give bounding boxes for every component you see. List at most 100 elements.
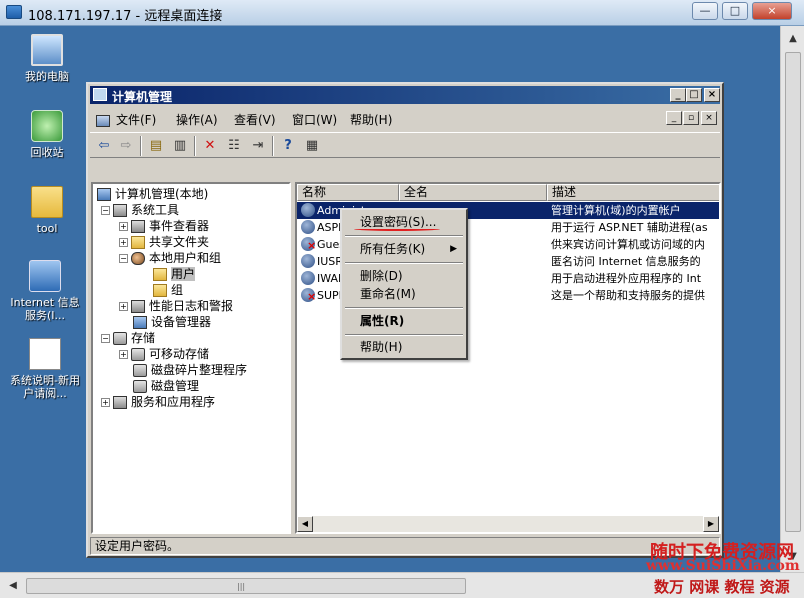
tree-node-performance-logs[interactable]: + 性能日志和警报 [119, 298, 233, 314]
close-button[interactable]: × [704, 88, 720, 102]
window-titlebar[interactable]: 计算机管理 _ □ × [90, 86, 720, 104]
scroll-left-arrow-icon[interactable]: ◀ [4, 577, 22, 595]
tree-node-label: 本地用户和组 [149, 251, 222, 265]
tree-node-device-manager[interactable]: 设备管理器 [133, 314, 211, 330]
delete-icon[interactable]: ✕ [200, 136, 220, 156]
menu-item-help[interactable]: 帮助(H) [345, 337, 463, 357]
tree-node-system-tools[interactable]: − 系统工具 [101, 202, 179, 218]
maximize-button[interactable]: □ [686, 88, 702, 102]
tree-node-shared-folders[interactable]: + 共享文件夹 [119, 234, 209, 250]
rdp-maximize-button[interactable]: □ [722, 2, 748, 20]
column-header-description[interactable]: 描述 [547, 184, 719, 201]
mdi-minimize-button[interactable]: _ [666, 111, 682, 125]
user-icon [301, 271, 315, 285]
menu-item-rename[interactable]: 重命名(M) [345, 284, 463, 304]
rdp-minimize-button[interactable]: — [692, 2, 718, 20]
tree-node-groups[interactable]: 组 [153, 282, 183, 298]
expand-icon[interactable]: + [119, 222, 128, 231]
collapse-icon[interactable]: − [101, 206, 110, 215]
device-manager-icon [133, 316, 147, 329]
tree-node-root[interactable]: 计算机管理(本地) [97, 186, 208, 202]
menu-action[interactable]: 操作(A) [176, 111, 218, 128]
rdp-close-button[interactable]: × [752, 2, 792, 20]
list-horizontal-scrollbar[interactable]: ◀ ▶ [297, 516, 719, 532]
folder-icon [31, 186, 63, 218]
tree-node-disk-management[interactable]: 磁盘管理 [133, 378, 199, 394]
expand-icon[interactable]: + [101, 398, 110, 407]
menu-file[interactable]: 文件(F) [96, 111, 156, 128]
expand-icon[interactable]: + [119, 302, 128, 311]
desktop-icon-recycle-bin[interactable]: 回收站 [12, 110, 82, 159]
window-title: 计算机管理 [112, 90, 173, 104]
expand-icon[interactable]: + [119, 350, 128, 359]
rdp-title: 108.171.197.17 - 远程桌面连接 [28, 9, 223, 24]
expand-icon[interactable]: + [119, 238, 128, 247]
help-icon[interactable]: ? [278, 136, 298, 156]
console-icon[interactable]: ▦ [302, 136, 322, 156]
desktop-icon-readme[interactable]: 系统说明-新用户请阅... [10, 338, 80, 400]
computer-management-icon [93, 88, 107, 101]
tree-node-disk-defrag[interactable]: 磁盘碎片整理程序 [133, 362, 247, 378]
scroll-thumb[interactable]: ||| [26, 578, 466, 594]
desktop-icon-label: 我的电脑 [25, 70, 69, 83]
menu-item-delete[interactable]: 删除(D) [345, 266, 463, 286]
column-header-fullname[interactable]: 全名 [399, 184, 547, 201]
tree-node-event-viewer[interactable]: + 事件查看器 [119, 218, 209, 234]
desktop-icon-label: Internet 信息服务(I... [10, 296, 80, 322]
desktop-icon-iis[interactable]: Internet 信息服务(I... [10, 260, 80, 322]
tree-node-local-users-groups[interactable]: − 本地用户和组 [119, 250, 221, 266]
menu-item-all-tasks[interactable]: 所有任务(K) ▶ [345, 239, 463, 259]
toolbar-separator [194, 136, 196, 156]
folder-icon [153, 284, 167, 297]
tree-node-label: 计算机管理(本地) [115, 187, 209, 201]
user-icon [301, 220, 315, 234]
console-tree: 计算机管理(本地) − 系统工具 + 事件查看器 + 共享文件夹 − 本地用户和组 用户… [91, 182, 291, 534]
collapse-icon[interactable]: − [119, 254, 128, 263]
collapse-icon[interactable]: − [101, 334, 110, 343]
users-icon [131, 252, 145, 265]
menu-separator [345, 262, 463, 264]
tree-node-label: 服务和应用程序 [131, 395, 216, 409]
scroll-left-arrow-icon[interactable]: ◀ [297, 516, 313, 532]
column-header-name[interactable]: 名称 [297, 184, 399, 201]
tree-node-removable-storage[interactable]: + 可移动存储 [119, 346, 209, 362]
rdp-vertical-scrollbar[interactable]: ▲ ▼ [780, 26, 804, 572]
scroll-up-arrow-icon[interactable]: ▲ [784, 30, 802, 48]
back-arrow-icon[interactable]: ⇦ [94, 136, 114, 156]
document-icon [29, 338, 61, 370]
removable-storage-icon [131, 348, 145, 361]
export-icon[interactable]: ⇥ [248, 136, 268, 156]
menu-file-label: 文件(F) [116, 113, 157, 127]
show-hide-tree-icon[interactable]: ▥ [170, 136, 190, 156]
mdi-restore-button[interactable]: ▫ [683, 111, 699, 125]
menu-item-properties[interactable]: 属性(R) [345, 311, 463, 331]
desktop-icon-tool[interactable]: tool [12, 186, 82, 235]
menu-view[interactable]: 查看(V) [234, 111, 276, 128]
menu-separator [345, 307, 463, 309]
up-folder-icon[interactable]: ▤ [146, 136, 166, 156]
menu-help[interactable]: 帮助(H) [350, 111, 392, 128]
properties-icon[interactable]: ☷ [224, 136, 244, 156]
cell-description: 匿名访问 Internet 信息服务的 [551, 255, 701, 268]
scroll-down-arrow-icon[interactable]: ▼ [784, 548, 802, 566]
recycle-bin-icon [31, 110, 63, 142]
desktop-icon-label: tool [36, 222, 58, 235]
minimize-button[interactable]: _ [670, 88, 686, 102]
computer-icon [97, 188, 111, 201]
scroll-right-arrow-icon[interactable]: ▶ [703, 516, 719, 532]
desktop-icon-my-computer[interactable]: 我的电脑 [12, 34, 82, 83]
storage-icon [113, 332, 127, 345]
forward-arrow-icon[interactable]: ⇨ [116, 136, 136, 156]
remote-desktop-icon [6, 5, 22, 19]
mdi-close-button[interactable]: × [701, 111, 717, 125]
tree-node-storage[interactable]: − 存储 [101, 330, 155, 346]
cell-description: 用于启动进程外应用程序的 Int [551, 272, 702, 285]
tree-node-users[interactable]: 用户 [153, 266, 196, 282]
toolbar-separator [272, 136, 274, 156]
tree-node-label: 共享文件夹 [149, 235, 210, 249]
menu-file-icon [96, 114, 110, 127]
scroll-thumb[interactable] [785, 52, 801, 532]
tree-node-services-apps[interactable]: + 服务和应用程序 [101, 394, 215, 410]
menu-window[interactable]: 窗口(W) [292, 111, 337, 128]
rdp-horizontal-scrollbar[interactable]: ◀ ||| [0, 572, 804, 598]
